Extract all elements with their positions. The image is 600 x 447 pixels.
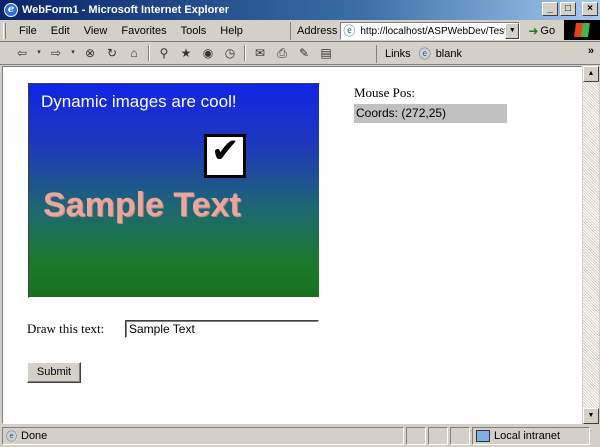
window-controls: _ □ × [542,2,598,16]
status-bar: ⓔ Done Local intranet [0,425,600,447]
menu-favorites[interactable]: Favorites [114,24,173,38]
windows-brand-logo [564,20,600,40]
status-main-pane: ⓔ Done [2,427,404,445]
standard-toolbar: ⇦ ▾ ⇨ ▾ ⊗ ↻ ⌂ ⚲ ★ ◉ ◷ ✉ ⎙ ✎ ▤ Links ⓔ bl… [0,43,600,65]
page-done-icon: ⓔ [6,431,17,443]
zone-pane: Local intranet [472,427,590,445]
back-icon[interactable]: ⇦ [14,45,30,61]
page-viewport: Dynamic images are cool! ✔ Sample Text M… [2,66,582,424]
media-icon[interactable]: ◉ [200,45,216,61]
links-label: Links [385,48,411,60]
status-text: Done [21,430,48,442]
zone-text: Local intranet [494,430,561,442]
edit-icon[interactable]: ✎ [296,45,312,61]
address-label: Address [297,25,338,37]
page-icon: ⓔ [418,47,431,61]
scroll-up-icon[interactable]: ▲ [583,66,599,82]
local-intranet-icon [476,430,490,442]
menu-file[interactable]: File [12,24,44,38]
title-bar: e WebForm1 - Microsoft Internet Explorer… [0,0,600,20]
refresh-icon[interactable]: ↻ [104,45,120,61]
favorites-icon[interactable]: ★ [178,45,194,61]
status-pane [450,427,470,445]
stop-icon[interactable]: ⊗ [82,45,98,61]
forward-dropdown-icon[interactable]: ▾ [70,45,76,61]
go-label: Go [540,25,556,37]
search-icon[interactable]: ⚲ [156,45,172,61]
address-input[interactable]: ⓔ http://localhost/ASPWebDev/TestN ▼ [340,22,521,40]
scroll-down-icon[interactable]: ▼ [583,408,599,424]
menu-bar: File Edit View Favorites Tools Help Addr… [0,20,600,42]
toolbar-separator [148,45,150,61]
forward-icon[interactable]: ⇨ [48,45,64,61]
dynamic-image[interactable]: Dynamic images are cool! ✔ Sample Text [28,83,320,298]
menu-tools[interactable]: Tools [174,24,214,38]
menu-grip [3,23,6,39]
print-icon[interactable]: ⎙ [274,45,290,61]
draw-text-label: Draw this text: [27,321,105,336]
back-dropdown-icon[interactable]: ▾ [36,45,42,61]
page-icon: ⓔ [343,24,356,38]
discuss-icon[interactable]: ▤ [318,45,334,61]
toolbar-separator [244,45,246,61]
vertical-scrollbar[interactable]: ▲ ▼ [583,66,599,424]
address-url: http://localhost/ASPWebDev/TestN [360,25,515,37]
status-pane [406,427,426,445]
ie-logo-icon: e [4,3,18,17]
menu-edit[interactable]: Edit [44,24,77,38]
address-dropdown-icon[interactable]: ▼ [505,23,520,39]
history-icon[interactable]: ◷ [222,45,238,61]
address-bar: Address ⓔ http://localhost/ASPWebDev/Tes… [290,22,555,40]
coords-readout: Coords: (272,25) [354,104,507,123]
checkmark-icon: ✔ [211,131,240,171]
mail-icon[interactable]: ✉ [252,45,268,61]
window-title: WebForm1 - Microsoft Internet Explorer [22,4,229,16]
chevron-more-icon[interactable]: » [588,45,594,57]
image-caption: Dynamic images are cool! [41,92,237,111]
status-pane [428,427,448,445]
checkbox-graphic: ✔ [204,131,246,178]
menu-view[interactable]: View [77,24,115,38]
image-sample-text: Sample Text [43,186,241,224]
maximize-button[interactable]: □ [560,2,576,16]
go-arrow-icon: ➜ [528,24,539,38]
mouse-pos-label: Mouse Pos: [354,85,416,100]
blank-link[interactable]: ⓔ blank [419,47,462,61]
home-icon[interactable]: ⌂ [126,45,142,61]
draw-text-input[interactable] [125,320,319,338]
close-button[interactable]: × [582,2,598,16]
blank-link-label: blank [435,48,462,60]
menu-help[interactable]: Help [213,24,250,38]
submit-button[interactable]: Submit [27,362,81,383]
minimize-button[interactable]: _ [542,2,558,16]
links-bar: Links ⓔ blank [376,45,462,63]
go-button[interactable]: ➜ Go [528,24,555,38]
